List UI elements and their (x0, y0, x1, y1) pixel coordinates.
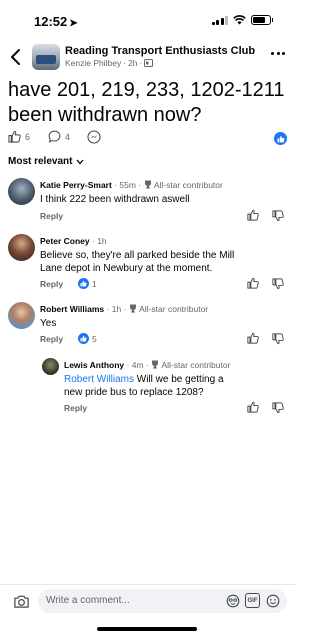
comment-time: 55m (119, 180, 136, 190)
comment-time: 1h (97, 236, 107, 246)
sort-label: Most relevant (8, 156, 73, 167)
composer-icons: GIF (225, 593, 280, 608)
location-arrow-icon: ➤ (69, 18, 78, 29)
author-name[interactable]: Lewis Anthony (64, 360, 124, 370)
author-name[interactable]: Peter Coney (40, 236, 90, 246)
comment-time: 4m (131, 360, 144, 370)
post-actions-bar: 6 4 (0, 130, 295, 148)
comment-text: Yes (40, 318, 57, 329)
group-name[interactable]: Reading Transport Enthusiasts Club (65, 45, 255, 57)
cellular-signal-icon (211, 15, 228, 25)
comment-count: 4 (65, 131, 71, 142)
avatar[interactable] (8, 302, 35, 329)
contributor-badge: All-star contributor (153, 180, 223, 190)
avatar[interactable] (42, 358, 59, 375)
author-name[interactable]: Katie Perry-Smart (40, 180, 112, 190)
comment-composer: Write a comment... GIF (0, 584, 295, 640)
status-icons (211, 15, 273, 25)
post-meta: Kenzie Philbey · 2h · (65, 58, 154, 68)
more-options-button[interactable] (271, 52, 285, 55)
mention-link[interactable]: Robert Williams (64, 374, 134, 385)
thumbs-down-icon[interactable] (272, 210, 284, 222)
thumbs-down-icon[interactable] (272, 278, 284, 290)
comment-text: Believe so, they're all parked beside th… (40, 250, 235, 274)
comment-author: Katie Perry-Smart · 55m · All-star contr… (40, 180, 223, 190)
reply-button[interactable]: Reply (64, 403, 87, 413)
comment-action[interactable]: 4 (48, 130, 70, 143)
like-reaction-icon (78, 333, 89, 344)
comment-reaction-count[interactable]: 5 (78, 333, 97, 344)
thumbs-up-icon[interactable] (247, 209, 259, 221)
messenger-icon (87, 130, 101, 144)
comment-time: 1h (111, 304, 122, 314)
reaction-count: 5 (92, 333, 97, 344)
like-action[interactable]: 6 (8, 130, 30, 143)
thumbs-up-icon[interactable] (247, 277, 259, 289)
comment-sort-dropdown[interactable]: Most relevant (8, 156, 84, 167)
comment-author: Lewis Anthony · 4m · All-star contributo… (64, 360, 231, 370)
status-time: 12:52 ➤ (34, 14, 78, 29)
badge-icon (129, 304, 136, 313)
thumbs-up-icon[interactable] (247, 401, 259, 413)
comment-input[interactable]: Write a comment... GIF (38, 589, 287, 613)
emoji-icon[interactable] (265, 593, 280, 608)
home-indicator[interactable] (97, 627, 197, 631)
thumbs-up-icon (8, 130, 21, 143)
author-name[interactable]: Robert Williams (40, 304, 104, 314)
comment-author: Peter Coney · 1h (40, 236, 107, 246)
comment-placeholder: Write a comment... (46, 595, 130, 606)
reply-button[interactable]: Reply (40, 334, 63, 344)
battery-icon (251, 15, 273, 25)
chevron-down-icon (76, 159, 84, 164)
comment-icon (48, 130, 61, 143)
comment-text: I think 222 been withdrawn aswell (40, 194, 190, 205)
thumbs-up-icon[interactable] (247, 332, 259, 344)
gif-icon[interactable]: GIF (245, 593, 260, 608)
comment-text: Robert Williams Will we be getting a new… (64, 374, 224, 398)
avatar-sticker-icon[interactable] (225, 593, 240, 608)
group-avatar[interactable] (32, 44, 60, 70)
contributor-badge: All-star contributor (161, 360, 231, 370)
clock-text: 12:52 (34, 14, 68, 29)
thumbs-down-icon[interactable] (272, 402, 284, 414)
reaction-count: 1 (92, 278, 97, 289)
like-reaction-icon (78, 278, 89, 289)
reply-button[interactable]: Reply (40, 211, 63, 221)
like-count: 6 (25, 131, 31, 142)
comment-author: Robert Williams · 1h · All-star contribu… (40, 304, 209, 314)
avatar[interactable] (8, 234, 35, 261)
reaction-summary-like-icon[interactable] (274, 132, 287, 145)
post-header: Reading Transport Enthusiasts Club Kenzi… (0, 40, 295, 74)
camera-icon[interactable] (13, 593, 30, 610)
avatar[interactable] (8, 178, 35, 205)
wifi-icon (233, 15, 246, 25)
post-time: 2h (128, 58, 138, 68)
share-action[interactable] (87, 130, 101, 144)
badge-icon (144, 180, 151, 189)
post-text: have 201, 219, 233, 1202-1211 been withd… (8, 79, 285, 126)
status-bar: 12:52 ➤ (0, 0, 295, 40)
comment-reaction-count[interactable]: 1 (78, 278, 97, 289)
back-button[interactable] (9, 48, 25, 66)
reply-button[interactable]: Reply (40, 279, 63, 289)
thumbs-down-icon[interactable] (272, 333, 284, 345)
badge-icon (152, 360, 159, 369)
contributor-badge: All-star contributor (139, 304, 209, 314)
author-name[interactable]: Kenzie Philbey (65, 58, 121, 68)
group-privacy-icon (144, 59, 154, 67)
